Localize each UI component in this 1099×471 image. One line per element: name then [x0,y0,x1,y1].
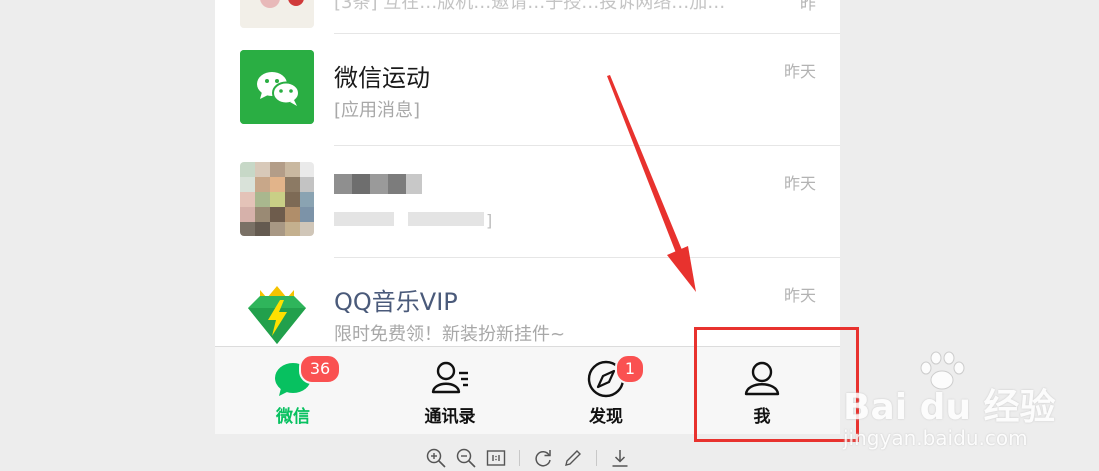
wechat-logo-icon [240,50,314,124]
watermark-title: Bai du 经验 [843,387,1056,428]
chat-time: 昨天 [783,286,816,305]
chat-avatar [240,0,314,28]
contacts-icon [431,361,468,394]
blurred-contact-name [334,174,422,194]
image-viewer-toolbar [425,446,631,470]
chat-list-item[interactable]: ] 昨天 [215,146,840,258]
avatar-image [240,0,314,28]
tab-label: 发现 [589,407,623,427]
chat-last-message: [应用消息] [334,100,421,121]
tab-chats[interactable]: 36 微信 [233,347,353,434]
toolbar-separator [596,450,597,466]
annotation-highlight-box [694,327,859,442]
paw-logo-icon [920,351,965,390]
chat-name: QQ音乐VIP [334,288,458,316]
zoom-out-icon[interactable] [455,447,477,469]
tab-contacts[interactable]: 通讯录 [390,347,510,434]
watermark-url: jingyan.baidu.com [843,426,1028,450]
chat-time: 昨天 [783,174,816,193]
chat-avatar [240,50,314,124]
svg-text:]: ] [486,211,492,230]
zoom-in-icon[interactable] [425,447,447,469]
pixelated-avatar-image [240,162,314,236]
qq-music-vip-logo-icon [248,286,306,344]
unread-badge: 36 [299,354,341,384]
toolbar-separator [519,450,520,466]
chat-avatar [240,162,314,236]
rotate-icon[interactable] [532,447,554,469]
chat-last-message: 限时免费领！新装扮新挂件~ [334,324,566,345]
edit-icon[interactable] [562,447,584,469]
tab-discover[interactable]: 1 发现 [546,347,666,434]
actual-size-icon[interactable] [485,447,507,469]
baidu-jingyan-watermark: Bai du 经验 jingyan.baidu.com [843,350,1099,471]
tab-label: 通讯录 [424,407,476,427]
notification-badge: 1 [615,354,645,384]
chat-list-item[interactable]: 微信运动 [应用消息] 昨天 [215,34,840,146]
download-icon[interactable] [609,447,631,469]
blurred-last-message: ] [334,211,492,230]
chat-name: 微信运动 [334,64,430,92]
chat-avatar [240,274,314,348]
chat-time: 昨 [799,0,816,13]
chat-last-message: [3条] 互在…版机…邀请…子授…投诉网络…加… [334,0,726,13]
chat-time: 昨天 [783,62,816,81]
tab-label: 微信 [276,407,310,427]
